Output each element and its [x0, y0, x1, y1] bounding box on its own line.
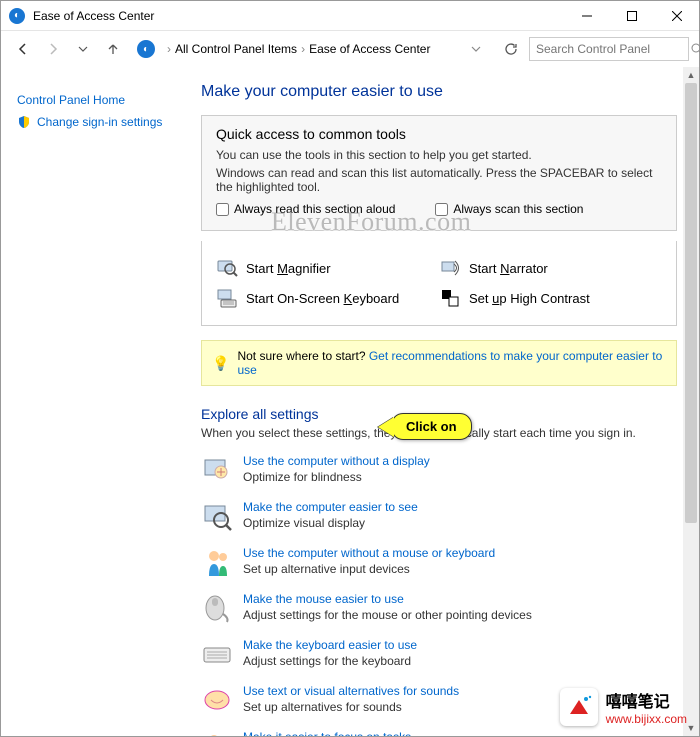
breadcrumb-item[interactable]: Ease of Access Center — [309, 42, 430, 56]
window-title: Ease of Access Center — [33, 9, 564, 23]
content-area: Make your computer easier to use Quick a… — [191, 67, 699, 736]
maximize-button[interactable] — [609, 1, 654, 31]
up-button[interactable] — [101, 37, 125, 61]
title-bar: ◐ Ease of Access Center — [1, 1, 699, 31]
setting-icon — [201, 454, 233, 486]
tool-label: Start On-Screen Keyboard — [246, 291, 399, 306]
nav-bar: ◐ › All Control Panel Items › Ease of Ac… — [1, 31, 699, 67]
logo-text-cn: 嘻嘻笔记 — [606, 688, 687, 712]
setting-item: Make the keyboard easier to use Adjust se… — [201, 638, 677, 670]
minimize-button[interactable] — [564, 1, 609, 31]
setting-item: Make it easier to focus on tasksAdjust s… — [201, 730, 677, 736]
logo-icon — [560, 688, 598, 726]
setting-desc: Optimize visual display — [243, 516, 418, 530]
setting-link[interactable]: Make the mouse easier to use — [243, 592, 404, 606]
keyboard-icon — [216, 287, 238, 309]
setting-desc: Set up alternatives for sounds — [243, 700, 459, 714]
checkbox-label: Always read this section aloud — [234, 202, 395, 216]
recent-dropdown[interactable] — [71, 37, 95, 61]
narrator-icon — [439, 257, 461, 279]
logo-url: www.bijixx.com — [606, 712, 687, 726]
search-icon[interactable] — [691, 43, 700, 55]
page-heading: Make your computer easier to use — [201, 83, 677, 101]
setting-desc: Optimize for blindness — [243, 470, 430, 484]
tool-label: Start Magnifier — [246, 261, 331, 276]
tools-grid: Start Magnifier Start Narrator Start On-… — [201, 241, 677, 326]
setting-item: Make the mouse easier to use Adjust setti… — [201, 592, 677, 624]
breadcrumb-item[interactable]: All Control Panel Items — [175, 42, 297, 56]
setting-desc: Adjust settings for the mouse or other p… — [243, 608, 532, 622]
lightbulb-icon: 💡 — [212, 355, 229, 372]
always-scan-checkbox[interactable]: Always scan this section — [435, 202, 583, 216]
setting-link[interactable]: Use the computer without a mouse or keyb… — [243, 546, 495, 560]
contrast-icon — [439, 287, 461, 309]
setting-icon — [201, 638, 233, 670]
vertical-scrollbar[interactable]: ▲ ▼ — [683, 67, 699, 736]
setting-desc: Set up alternative input devices — [243, 562, 495, 576]
tool-label: Start Narrator — [469, 261, 548, 276]
setting-icon — [201, 730, 233, 736]
always-read-aloud-checkbox[interactable]: Always read this section aloud — [216, 202, 395, 216]
info-bar: 💡 Not sure where to start? Get recommend… — [201, 340, 677, 386]
checkbox-label: Always scan this section — [453, 202, 583, 216]
chevron-right-icon: › — [167, 42, 171, 56]
setting-icon — [201, 500, 233, 532]
tool-label: Set up High Contrast — [469, 291, 590, 306]
search-input[interactable] — [536, 42, 691, 56]
callout-annotation: Click on — [391, 413, 472, 440]
chevron-right-icon: › — [301, 42, 305, 56]
control-panel-home-link[interactable]: Control Panel Home — [17, 93, 181, 107]
high-contrast-tool[interactable]: Set up High Contrast — [439, 283, 662, 313]
address-icon: ◐ — [137, 40, 155, 58]
back-button[interactable] — [11, 37, 35, 61]
setting-icon — [201, 684, 233, 716]
setting-link[interactable]: Use the computer without a display — [243, 454, 430, 468]
start-narrator-tool[interactable]: Start Narrator — [439, 253, 662, 283]
refresh-button[interactable] — [499, 37, 523, 61]
panel-text: You can use the tools in this section to… — [216, 148, 662, 162]
panel-title: Quick access to common tools — [216, 126, 662, 142]
shield-icon — [17, 115, 31, 129]
checkbox-input[interactable] — [435, 203, 448, 216]
sidebar-item-label: Change sign-in settings — [37, 115, 162, 129]
setting-icon — [201, 592, 233, 624]
info-text: Not sure where to start? Get recommendat… — [237, 349, 666, 377]
breadcrumb-dropdown[interactable] — [471, 44, 481, 54]
forward-button[interactable] — [41, 37, 65, 61]
corner-logo: 嘻嘻笔记 www.bijixx.com — [560, 688, 687, 726]
scroll-up-button[interactable]: ▲ — [683, 67, 699, 83]
start-magnifier-tool[interactable]: Start Magnifier — [216, 253, 439, 283]
setting-item: Use the computer without a mouse or keyb… — [201, 546, 677, 578]
quick-access-panel: Quick access to common tools You can use… — [201, 115, 677, 231]
setting-link[interactable]: Make the computer easier to see — [243, 500, 418, 514]
start-osk-tool[interactable]: Start On-Screen Keyboard — [216, 283, 439, 313]
setting-link[interactable]: Make it easier to focus on tasks — [243, 730, 411, 736]
scrollbar-thumb[interactable] — [685, 83, 697, 523]
app-icon: ◐ — [9, 8, 25, 24]
setting-item: Make the computer easier to see Optimize … — [201, 500, 677, 532]
search-box[interactable] — [529, 37, 689, 61]
callout-text: Click on — [406, 419, 457, 434]
panel-text: Windows can read and scan this list auto… — [216, 166, 662, 194]
setting-icon — [201, 546, 233, 578]
close-button[interactable] — [654, 1, 699, 31]
change-signin-settings-link[interactable]: Change sign-in settings — [17, 115, 181, 129]
checkbox-input[interactable] — [216, 203, 229, 216]
magnifier-icon — [216, 257, 238, 279]
setting-link[interactable]: Make the keyboard easier to use — [243, 638, 417, 652]
setting-link[interactable]: Use text or visual alternatives for soun… — [243, 684, 459, 698]
sidebar: Control Panel Home Change sign-in settin… — [1, 67, 191, 736]
breadcrumb[interactable]: › All Control Panel Items › Ease of Acce… — [161, 37, 493, 61]
setting-desc: Adjust settings for the keyboard — [243, 654, 417, 668]
setting-item: Use the computer without a display Optimi… — [201, 454, 677, 486]
